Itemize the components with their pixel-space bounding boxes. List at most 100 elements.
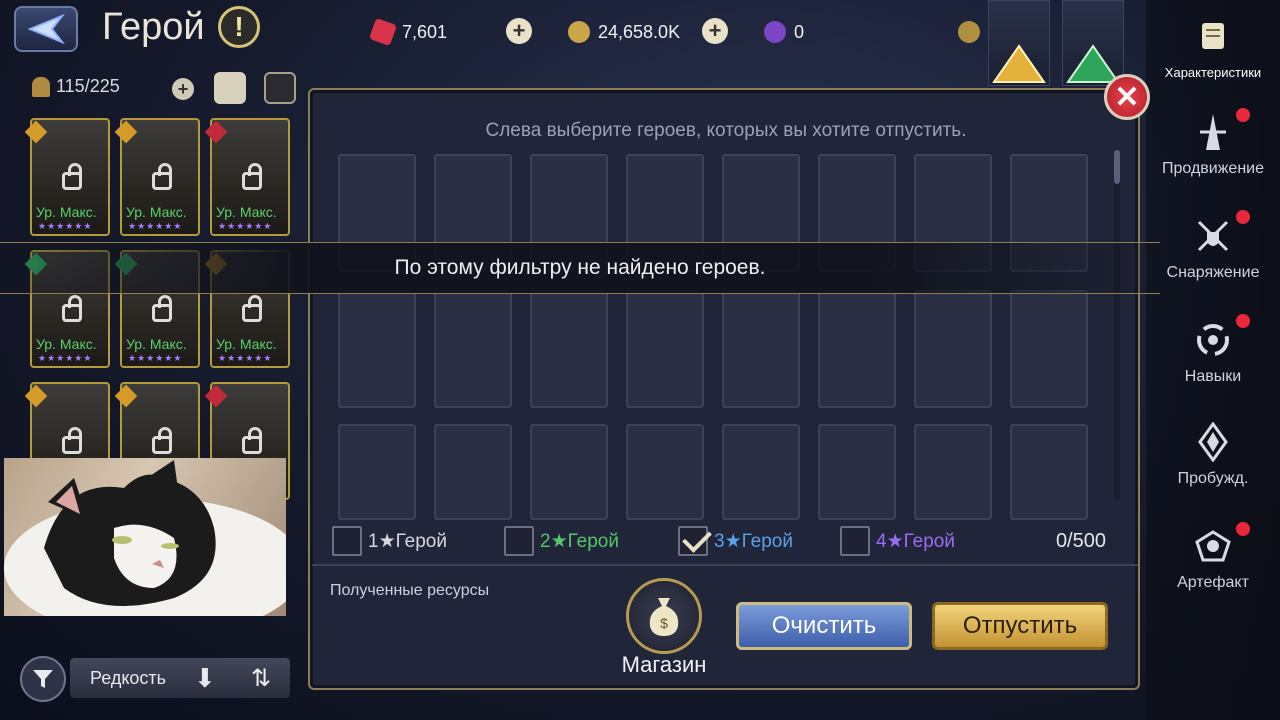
money-bag-icon: $ [649,598,679,636]
hero-slot[interactable] [914,424,992,520]
star-icon: ★ [550,530,568,552]
hero-slot[interactable] [530,424,608,520]
lock-icon [62,427,82,454]
checkbox-label: 4★Герой [876,530,955,552]
hero-slot[interactable] [818,290,896,408]
lock-icon [242,163,262,190]
sidebar-label: Характеристики [1164,65,1262,80]
rarity-2-checkbox[interactable]: 2★Герой [504,526,619,556]
ruby-counter: 7,601 [368,17,447,47]
shop-button[interactable]: $ [626,578,702,654]
slots-scrollbar[interactable] [1114,150,1120,500]
hero-slot[interactable] [722,290,800,408]
swords-icon [1191,214,1235,258]
notification-badge [1236,314,1250,328]
hero-slot[interactable] [530,290,608,408]
back-arrow-icon [27,14,65,44]
release-heroes-dialog: Слева выберите героев, которых вы хотите… [308,88,1140,690]
hero-slot[interactable] [818,424,896,520]
page-title: Герой [102,6,205,48]
card-view-button[interactable] [264,72,296,104]
sidebar-label: Продвижение [1162,160,1264,177]
checkbox-label: 1★Герой [368,530,447,552]
rarity-label: Редкость [90,667,167,688]
checkbox-box[interactable] [840,526,870,556]
sidebar-item-awakening[interactable]: Пробужд. [1146,420,1280,488]
checkbox-box[interactable] [504,526,534,556]
star-icon: ★ [886,530,904,552]
tower-icon [1191,110,1235,154]
grid-view-button[interactable] [214,72,246,104]
lock-icon [242,295,262,322]
faction-gem-icon [24,384,48,408]
close-dialog-button[interactable]: ✕ [1104,74,1150,120]
hero-slot[interactable] [338,290,416,408]
lock-icon [242,427,262,454]
hero-card[interactable]: Ур. Макс. ★★★★★★ [204,118,290,236]
hero-capacity: 115/225 [32,76,120,97]
rarity-sort-dropdown[interactable]: Редкость ⬇ [70,658,246,698]
filter-button[interactable] [20,656,66,702]
info-button[interactable]: ! [218,6,260,48]
sidebar-label: Артефакт [1177,574,1249,591]
star-icon: ★ [724,530,742,552]
svg-text:$: $ [660,615,668,631]
faction-gem-icon [204,120,228,144]
hero-slot[interactable] [1010,424,1088,520]
no-heroes-toast: По этому фильтру не найдено героев. [0,242,1160,294]
faction-gem-icon [24,120,48,144]
arrow-down-icon: ⬇ [194,662,216,693]
hero-card[interactable]: Ур. Макс. ★★★★★★ [24,118,110,236]
sidebar-item-artifact[interactable]: Артефакт [1146,522,1280,592]
hero-slot[interactable] [914,290,992,408]
rarity-1-checkbox[interactable]: 1★Герой [332,526,447,556]
close-icon: ✕ [1114,80,1140,114]
sidebar-label: Пробужд. [1177,470,1249,487]
notification-badge [1236,522,1250,536]
hero-slot[interactable] [1010,290,1088,408]
add-rubies-button[interactable]: + [506,18,532,44]
hero-card[interactable]: Ур. Макс. ★★★★★★ [114,118,200,236]
lock-icon [152,163,172,190]
checkbox-box-checked[interactable] [678,526,708,556]
expand-capacity-button[interactable]: + [172,78,194,100]
sidebar-item-promotion[interactable]: Продвижение [1146,108,1280,178]
rarity-filter-row: 1★Герой 2★Герой 3★Герой 4★Герой 0/500 [332,526,1122,562]
essence-value: 0 [794,21,805,42]
sidebar-item-stats[interactable]: Характеристики [1146,14,1280,82]
crystal-icon [1191,420,1235,464]
faction-gem-icon [204,384,228,408]
release-capacity: 0/500 [1055,530,1106,552]
hero-slot[interactable] [722,424,800,520]
gold-counter: 24,658.0K [568,18,680,46]
add-gold-button[interactable]: + [702,18,728,44]
hero-slot[interactable] [434,290,512,408]
release-button[interactable]: Отпустить [932,602,1108,650]
gold-value: 24,658.0K [598,21,681,42]
checkbox-box[interactable] [332,526,362,556]
back-button[interactable] [14,6,78,52]
rarity-4-checkbox[interactable]: 4★Герой [840,526,955,556]
webcam-overlay [4,458,286,616]
sort-order-button[interactable]: ⇅ [232,658,290,698]
checkbox-label: 3★Герой [714,530,793,552]
scroll-icon [1191,14,1235,58]
divider [312,564,1138,566]
swirl-icon [1191,318,1235,362]
hero-slot[interactable] [626,290,704,408]
sidebar-item-equipment[interactable]: Снаряжение [1146,210,1280,282]
hero-slot[interactable] [338,424,416,520]
lock-icon [62,295,82,322]
hero-slot[interactable] [626,424,704,520]
token-icon [958,21,980,43]
hero-slot[interactable] [434,424,512,520]
cat-image [4,460,286,616]
lock-icon [152,427,172,454]
dialog-hint: Слева выберите героев, которых вы хотите… [485,120,967,141]
shop-label: Магазин [621,652,707,677]
sidebar-item-skills[interactable]: Навыки [1146,314,1280,386]
filter-bar: Редкость ⬇ ⇅ [20,656,292,702]
lock-icon [152,295,172,322]
clear-button[interactable]: Очистить [736,602,912,650]
rarity-3-checkbox[interactable]: 3★Герой [678,526,793,556]
